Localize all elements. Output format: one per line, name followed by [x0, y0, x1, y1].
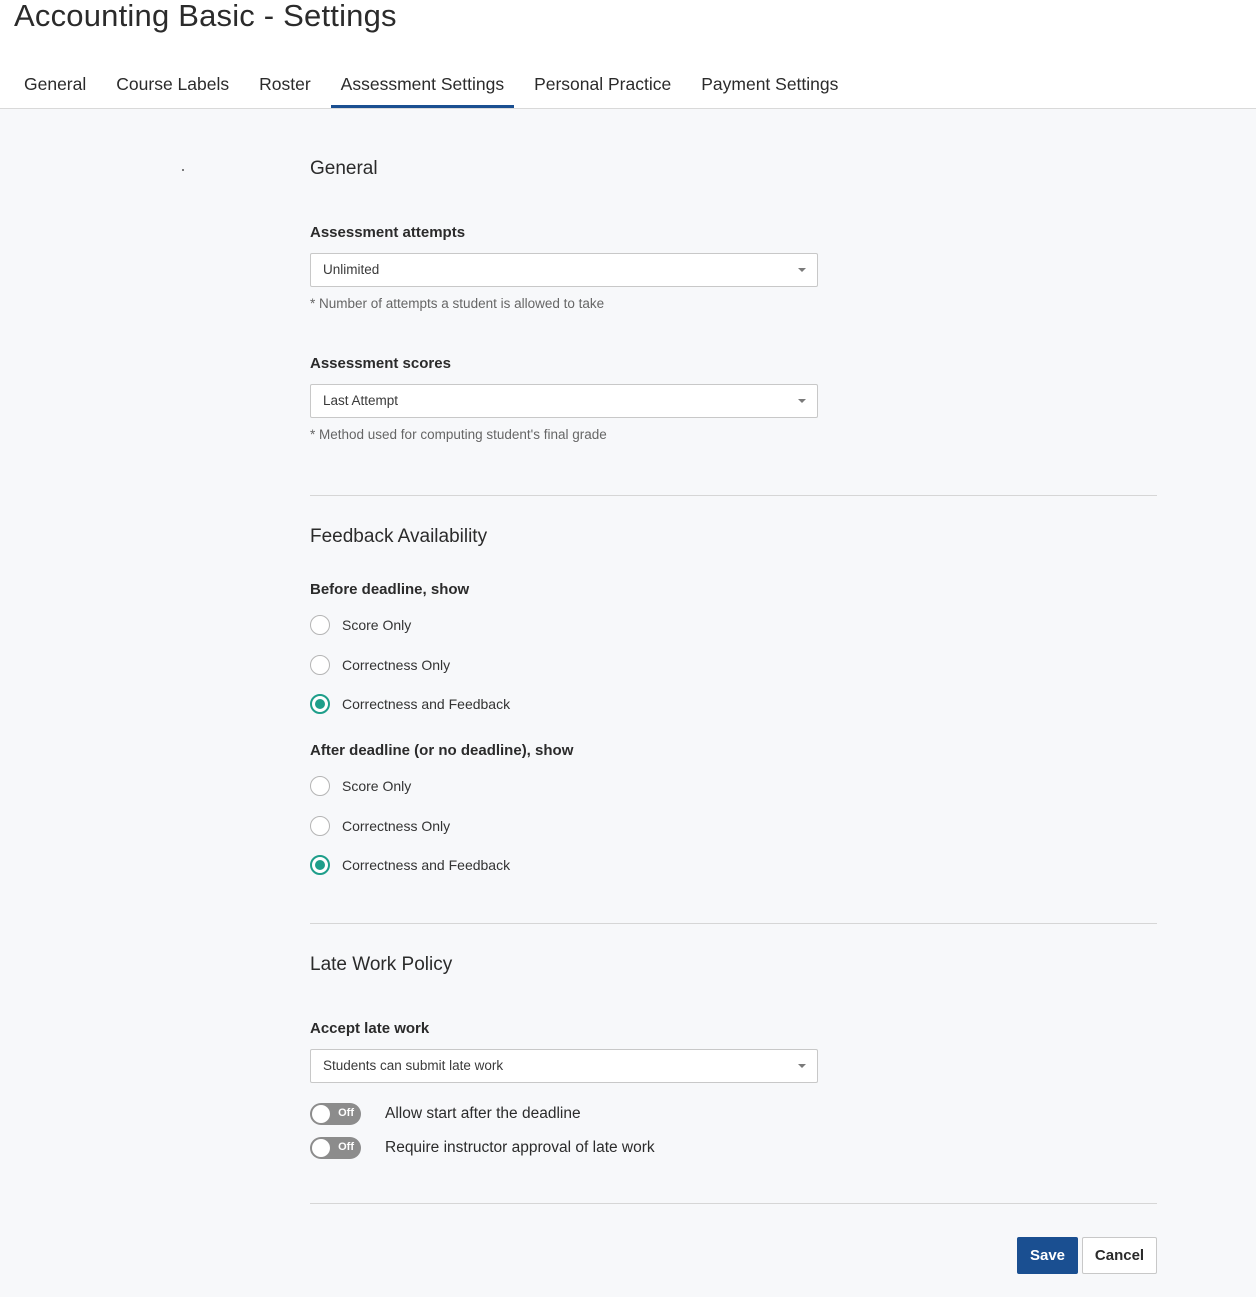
radio-circle	[310, 816, 330, 836]
assessment-scores-hint: * Method used for computing student's fi…	[310, 427, 607, 442]
radio-label: Score Only	[342, 617, 412, 633]
after-correctness-only-radio[interactable]: Correctness Only	[310, 814, 450, 838]
toggle-state: Off	[338, 1141, 354, 1153]
assessment-attempts-select[interactable]: Unlimited	[310, 253, 818, 287]
radio-label: Correctness Only	[342, 818, 451, 834]
accept-late-work-label: Accept late work	[310, 1020, 430, 1037]
radio-label: Correctness and Feedback	[342, 696, 511, 712]
toggle-knob	[312, 1139, 330, 1157]
after-correctness-feedback-radio[interactable]: Correctness and Feedback	[310, 853, 510, 877]
section-divider	[310, 1203, 1157, 1204]
chevron-down-icon	[798, 268, 806, 272]
section-divider	[310, 495, 1157, 496]
assessment-attempts-value: Unlimited	[323, 262, 380, 277]
radio-circle-selected	[310, 694, 330, 714]
radio-circle	[310, 776, 330, 796]
require-approval-toggle[interactable]: Off Require instructor approval of late …	[310, 1136, 655, 1160]
feedback-section-title: Feedback Availability	[310, 526, 488, 547]
radio-label: Correctness and Feedback	[342, 857, 511, 873]
assessment-scores-select[interactable]: Last Attempt	[310, 384, 818, 418]
after-score-only-radio[interactable]: Score Only	[310, 774, 411, 798]
toggle-state: Off	[338, 1107, 354, 1119]
stray-dot	[182, 169, 184, 171]
radio-label: Correctness Only	[342, 657, 451, 673]
after-deadline-label: After deadline (or no deadline), show	[310, 742, 574, 759]
radio-circle	[310, 655, 330, 675]
radio-circle	[310, 615, 330, 635]
radio-circle-selected	[310, 855, 330, 875]
tab-course-labels[interactable]: Course Labels	[102, 60, 243, 108]
toggle-label: Allow start after the deadline	[385, 1105, 581, 1122]
before-score-only-radio[interactable]: Score Only	[310, 613, 411, 637]
assessment-attempts-hint: * Number of attempts a student is allowe…	[310, 296, 605, 311]
header: Accounting Basic - Settings General Cour…	[0, 0, 1256, 109]
assessment-scores-label: Assessment scores	[310, 355, 451, 372]
before-deadline-label: Before deadline, show	[310, 581, 470, 598]
section-divider	[310, 923, 1157, 924]
save-button[interactable]: Save	[1017, 1237, 1078, 1274]
general-section-title: General	[310, 158, 378, 179]
cancel-button[interactable]: Cancel	[1082, 1237, 1157, 1274]
before-correctness-feedback-radio[interactable]: Correctness and Feedback	[310, 692, 510, 716]
accept-late-work-select[interactable]: Students can submit late work	[310, 1049, 818, 1083]
late-work-section-title: Late Work Policy	[310, 954, 453, 975]
toggle-switch[interactable]: Off	[310, 1103, 361, 1125]
tab-payment-settings[interactable]: Payment Settings	[687, 60, 852, 108]
toggle-switch[interactable]: Off	[310, 1137, 361, 1159]
toggle-label: Require instructor approval of late work	[385, 1139, 655, 1156]
chevron-down-icon	[798, 1064, 806, 1068]
before-correctness-only-radio[interactable]: Correctness Only	[310, 653, 450, 677]
tab-roster[interactable]: Roster	[245, 60, 325, 108]
accept-late-work-value: Students can submit late work	[323, 1058, 504, 1073]
tab-personal-practice[interactable]: Personal Practice	[520, 60, 685, 108]
assessment-scores-value: Last Attempt	[323, 393, 399, 408]
toggle-knob	[312, 1105, 330, 1123]
radio-label: Score Only	[342, 778, 412, 794]
page-title: Accounting Basic - Settings	[14, 0, 397, 33]
tab-assessment-settings[interactable]: Assessment Settings	[327, 60, 518, 108]
assessment-attempts-label: Assessment attempts	[310, 224, 466, 241]
chevron-down-icon	[798, 399, 806, 403]
tab-general[interactable]: General	[10, 60, 100, 108]
settings-tabs: General Course Labels Roster Assessment …	[10, 60, 854, 108]
allow-start-after-deadline-toggle[interactable]: Off Allow start after the deadline	[310, 1102, 581, 1126]
